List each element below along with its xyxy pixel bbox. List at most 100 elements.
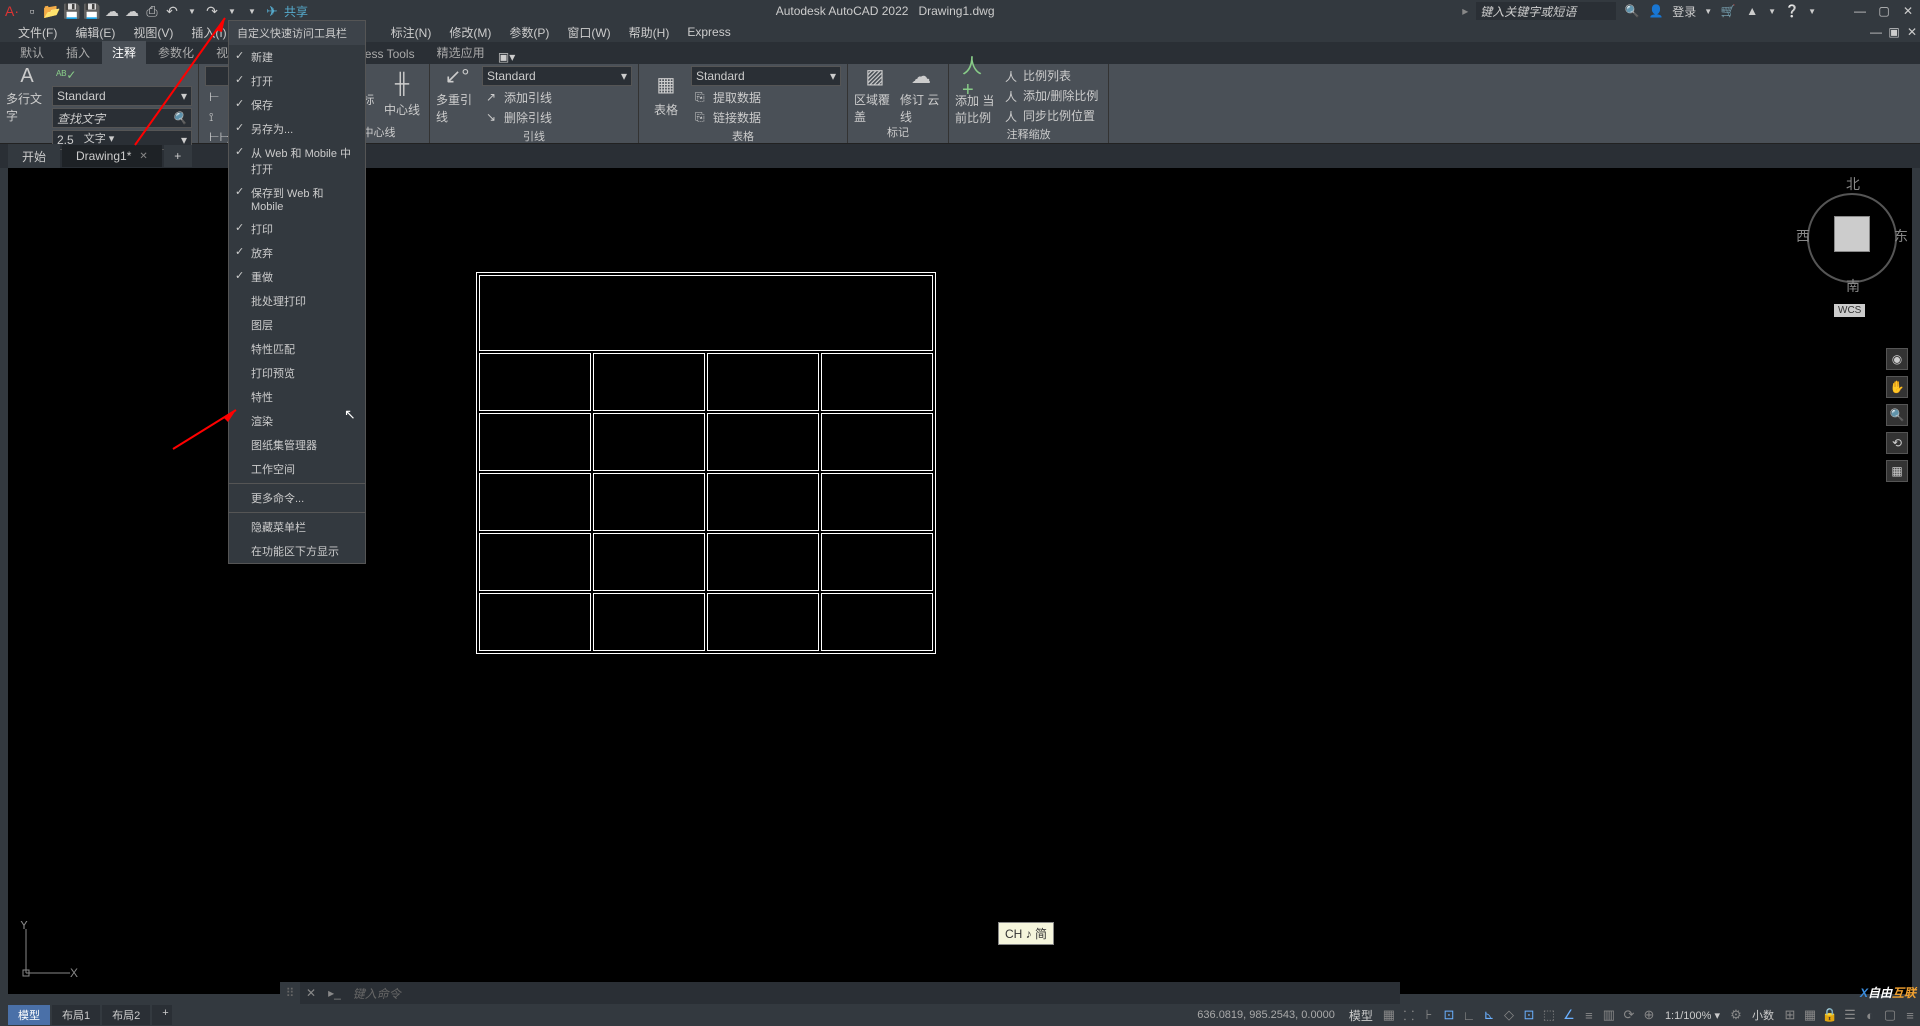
dd-plotpreview[interactable]: 打印预览 xyxy=(229,361,365,385)
tab-annotate[interactable]: 注释 xyxy=(102,41,146,64)
dd-hide-menubar[interactable]: 隐藏菜单栏 xyxy=(229,515,365,539)
cmdline-prompt[interactable]: 键入命令 xyxy=(347,985,1400,1002)
snap-toggle-icon[interactable]: ⸬ xyxy=(1399,1005,1419,1025)
units-label[interactable]: 小数 xyxy=(1746,1007,1780,1023)
isolate-icon[interactable]: ☰ xyxy=(1840,1005,1860,1025)
menu-express[interactable]: Express xyxy=(679,23,738,41)
menu-dim[interactable]: 标注(N) xyxy=(383,22,440,43)
wcs-label[interactable]: WCS xyxy=(1834,304,1865,317)
cart-icon[interactable]: 🛒 xyxy=(1720,3,1736,19)
menu-window[interactable]: 窗口(W) xyxy=(559,22,618,43)
dd-matchprop[interactable]: 特性匹配 xyxy=(229,337,365,361)
mleader-button[interactable]: ↙°多重引线 xyxy=(436,66,478,122)
viewcube[interactable]: 北 南 西 东 上 WCS xyxy=(1812,178,1892,298)
iso-toggle-icon[interactable]: ◇ xyxy=(1499,1005,1519,1025)
viewcube-top[interactable]: 上 xyxy=(1834,216,1870,252)
tab-featured[interactable]: 精选应用 xyxy=(427,41,495,64)
grid-toggle-icon[interactable]: ▦ xyxy=(1379,1005,1399,1025)
cmdline-handle-icon[interactable]: ⠿ xyxy=(280,982,300,1004)
add-del-scale-button[interactable]: 人添加/删除比例 xyxy=(1001,86,1102,104)
wipeout-button[interactable]: ▨区域覆盖 xyxy=(854,66,896,122)
cmdline-history-icon[interactable]: ▸_ xyxy=(322,986,347,1000)
tab-new-button[interactable]: + xyxy=(164,145,192,167)
app-icon[interactable]: A· xyxy=(4,3,20,19)
share-label[interactable]: 共享 xyxy=(284,3,308,20)
polar-toggle-icon[interactable]: ⊾ xyxy=(1479,1005,1499,1025)
add-scale-button[interactable]: 人+添加 当前比例 xyxy=(955,66,997,122)
mtext-button[interactable]: A 多行文字 xyxy=(6,66,48,122)
tab-default[interactable]: 默认 xyxy=(10,41,54,64)
minimize-icon[interactable]: — xyxy=(1852,3,1868,19)
hardware-accel-icon[interactable]: ◐ xyxy=(1860,1005,1880,1025)
osnap-toggle-icon[interactable]: ⊡ xyxy=(1519,1005,1539,1025)
nav-zoom-icon[interactable]: 🔍 xyxy=(1886,404,1908,426)
redo-icon[interactable]: ↷ xyxy=(204,3,220,19)
menu-modify[interactable]: 修改(M) xyxy=(441,22,499,43)
lineweight-icon[interactable]: ≡ xyxy=(1579,1005,1599,1025)
doc-close-icon[interactable]: ✕ xyxy=(1904,24,1920,40)
help-icon[interactable]: ❔ xyxy=(1784,3,1800,19)
web-open-icon[interactable]: ☁ xyxy=(104,3,120,19)
doc-restore-icon[interactable]: ▣ xyxy=(1886,24,1902,40)
scale-readout[interactable]: 1:1/100% ▾ xyxy=(1659,1009,1726,1022)
autodesk-icon[interactable]: ▲ xyxy=(1744,3,1760,19)
cmdline-close-icon[interactable]: ✕ xyxy=(300,986,322,1000)
open-icon[interactable]: 📂 xyxy=(44,3,60,19)
saveas-icon[interactable]: 💾 xyxy=(84,3,100,19)
dd-print[interactable]: 打印 xyxy=(229,217,365,241)
annot-monitor-icon[interactable]: ⊕ xyxy=(1639,1005,1659,1025)
transparency-icon[interactable]: ▥ xyxy=(1599,1005,1619,1025)
undo-drop-icon[interactable]: ▼ xyxy=(184,3,200,19)
redo-drop-icon[interactable]: ▼ xyxy=(224,3,240,19)
login-label[interactable]: 登录 xyxy=(1672,3,1696,20)
dd-batchplot[interactable]: 批处理打印 xyxy=(229,289,365,313)
abc-check-icon[interactable]: ᴬᴮ✓ xyxy=(52,66,192,84)
revcloud-button[interactable]: ☁修订 云线 xyxy=(900,66,942,122)
customize-status-icon[interactable]: ≡ xyxy=(1900,1005,1920,1025)
table-style-combo[interactable]: Standard▾ xyxy=(691,66,841,86)
quickprops-icon[interactable]: ▦ xyxy=(1800,1005,1820,1025)
dd-show-below[interactable]: 在功能区下方显示 xyxy=(229,539,365,563)
status-model-label[interactable]: 模型 xyxy=(1343,1007,1379,1024)
nav-showmotion-icon[interactable]: ▦ xyxy=(1886,460,1908,482)
tab-close-icon[interactable]: ✕ xyxy=(139,151,147,162)
find-text-input[interactable]: 查找文字🔍 xyxy=(52,108,192,128)
link-data-button[interactable]: ⎘链接数据 xyxy=(691,108,841,126)
qat-customize-icon[interactable]: ▼ xyxy=(244,3,260,19)
sync-scale-button[interactable]: 人同步比例位置 xyxy=(1001,106,1102,124)
layout-1[interactable]: 布局1 xyxy=(52,1005,100,1025)
dd-workspace[interactable]: 工作空间 xyxy=(229,457,365,481)
tab-drawing1[interactable]: Drawing1*✕ xyxy=(62,145,162,167)
clean-screen-icon[interactable]: ▢ xyxy=(1880,1005,1900,1025)
infer-toggle-icon[interactable]: ⊦ xyxy=(1419,1005,1439,1025)
gear-icon[interactable]: ⚙ xyxy=(1726,1005,1746,1025)
tab-start[interactable]: 开始 xyxy=(8,144,60,169)
web-save-icon[interactable]: ☁ xyxy=(124,3,140,19)
tab-insert[interactable]: 插入 xyxy=(56,41,100,64)
workspace-icon[interactable]: ⊞ xyxy=(1780,1005,1800,1025)
add-leader-button[interactable]: ↗添加引线 xyxy=(482,88,632,106)
dd-sheetset[interactable]: 图纸集管理器 xyxy=(229,433,365,457)
table-button[interactable]: ▦表格 xyxy=(645,66,687,122)
share-icon[interactable]: ✈ xyxy=(264,3,280,19)
centerline-button[interactable]: ╫中心线 xyxy=(381,66,423,122)
menu-file[interactable]: 文件(F) xyxy=(10,22,65,43)
dd-undo[interactable]: 放弃 xyxy=(229,241,365,265)
menu-param[interactable]: 参数(P) xyxy=(501,22,557,43)
dd-saveas[interactable]: 另存为... xyxy=(229,117,365,141)
dd-websave[interactable]: 保存到 Web 和 Mobile xyxy=(229,181,365,217)
layout-add-button[interactable]: + xyxy=(152,1005,172,1025)
menu-view[interactable]: 视图(V) xyxy=(125,22,181,43)
dd-webopen[interactable]: 从 Web 和 Mobile 中打开 xyxy=(229,141,365,181)
save-icon[interactable]: 💾 xyxy=(64,3,80,19)
cycling-icon[interactable]: ⟳ xyxy=(1619,1005,1639,1025)
dd-more[interactable]: 更多命令... xyxy=(229,486,365,510)
undo-icon[interactable]: ↶ xyxy=(164,3,180,19)
nav-pan-icon[interactable]: ✋ xyxy=(1886,376,1908,398)
otrack-toggle-icon[interactable]: ∠ xyxy=(1559,1005,1579,1025)
dynamic-input-icon[interactable]: ⊡ xyxy=(1439,1005,1459,1025)
menu-insert[interactable]: 插入(I) xyxy=(183,22,234,43)
text-style-combo[interactable]: Standard▾ xyxy=(52,86,192,106)
doc-minimize-icon[interactable]: — xyxy=(1868,24,1884,40)
nav-wheel-icon[interactable]: ◉ xyxy=(1886,348,1908,370)
